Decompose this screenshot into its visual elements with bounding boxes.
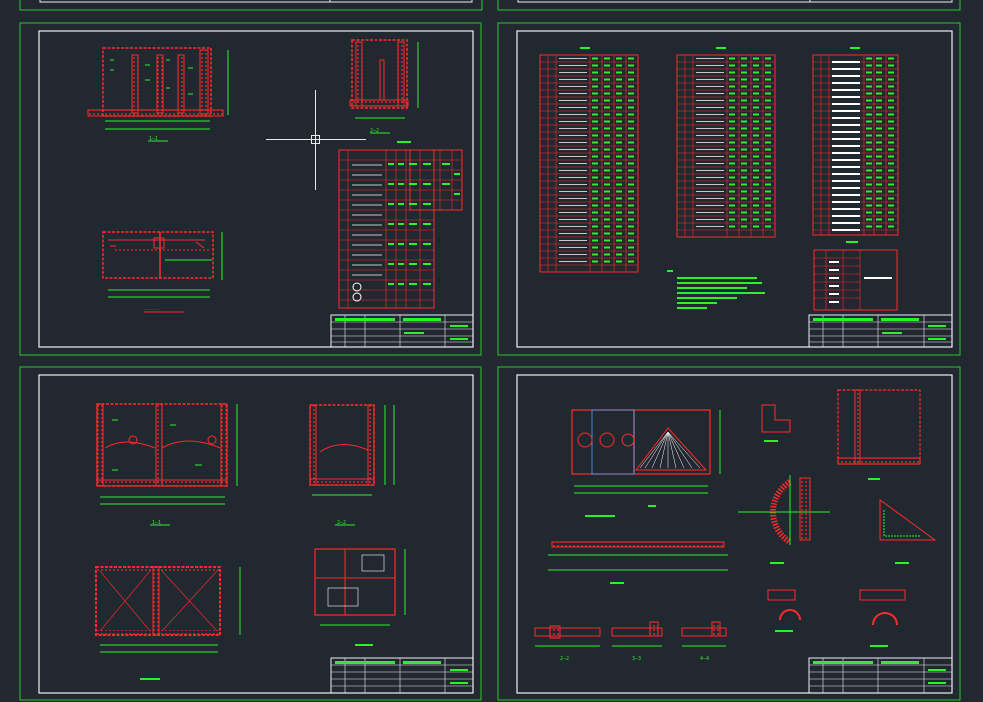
drawing-canvas[interactable]: 1—1 2—2 ······ 1—1 2—2 2—2 3—3 4—4	[0, 0, 983, 702]
plan-reinforcement-view[interactable]	[95, 566, 241, 680]
title-block-sheet-1[interactable]	[330, 314, 474, 348]
material-summary-table[interactable]	[813, 241, 898, 311]
sheet-1[interactable]: 1—1 2—2 ······	[19, 22, 482, 356]
general-notes	[667, 270, 765, 309]
rebar-schedule-table-sheet-1[interactable]	[338, 141, 463, 309]
tank-section-detail[interactable]	[837, 389, 921, 480]
rebar-schedule-table-a[interactable]	[539, 47, 639, 273]
cad-model-space-canvas[interactable]: 1—1 2—2 ······ 1—1 2—2 2—2 3—3 4—4	[0, 0, 983, 702]
sheet-top-left-partial	[19, 0, 483, 11]
section-view-1-1-sheet-3[interactable]: 1—1	[96, 403, 238, 526]
arc-reinforcement-detail[interactable]	[738, 475, 830, 564]
sheet-2[interactable]	[497, 22, 961, 356]
rebar-schedule-table-c[interactable]	[812, 47, 899, 236]
title-block-sheet-3[interactable]	[330, 657, 474, 694]
funnel-plan-view[interactable]	[571, 409, 721, 517]
haunch-detail[interactable]	[799, 477, 937, 564]
sheet-4[interactable]: 2—2 3—3 4—4	[497, 366, 961, 701]
beam-elevation[interactable]	[548, 541, 728, 584]
sheet-top-right-partial	[497, 0, 961, 11]
detail-plan-view[interactable]	[314, 548, 406, 646]
plan-view[interactable]: ······	[102, 231, 223, 313]
svg-text:······: ······	[145, 307, 159, 312]
section-label-2-2-sheet-3: 2—2	[337, 520, 346, 526]
section-view-2-2-sheet-3[interactable]: 2—2	[309, 404, 395, 526]
title-block-sheet-4[interactable]	[808, 657, 953, 694]
sheet-3[interactable]: 1—1 2—2	[19, 366, 482, 701]
section-label-2-2-top: 2—2	[370, 128, 379, 134]
section-label-3-3-sheet-4: 3—3	[632, 656, 641, 662]
pipe-sleeve-details[interactable]	[767, 589, 906, 647]
rebar-schedule-table-b[interactable]	[676, 47, 776, 238]
section-label-4-4-sheet-4: 4—4	[700, 656, 709, 662]
section-view-2-2[interactable]: 2—2	[349, 39, 419, 134]
section-label-2-2-sheet-4: 2—2	[560, 656, 569, 662]
section-view-1-1[interactable]: 1—1	[87, 47, 229, 142]
section-label-1-1-sheet-3: 1—1	[152, 520, 161, 526]
wall-corner-detail[interactable]	[761, 404, 791, 442]
title-block-sheet-2[interactable]	[808, 314, 953, 348]
section-label-1-1-top: 1—1	[149, 136, 158, 142]
section-details-row[interactable]: 2—2 3—3 4—4	[534, 621, 727, 662]
